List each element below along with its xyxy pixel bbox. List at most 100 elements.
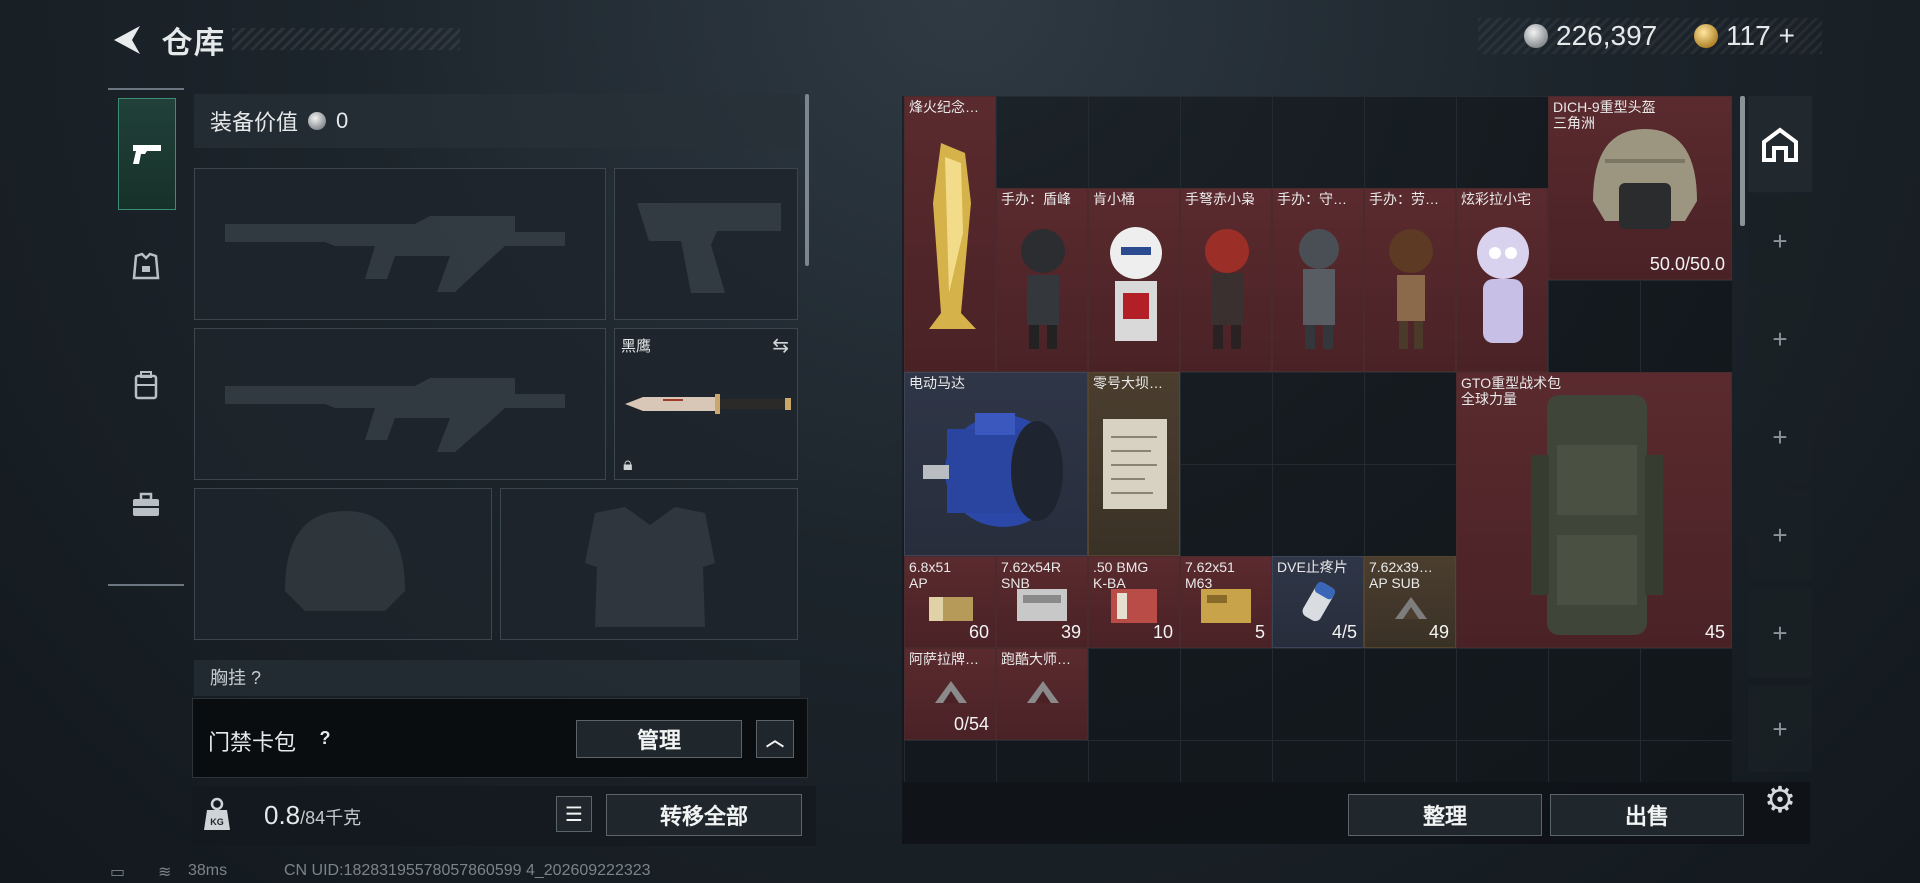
uid-readout: CN UID:18283195578057860599 4_2026092223… bbox=[284, 862, 651, 879]
lock-icon: 🔒︎ bbox=[623, 454, 633, 474]
weight-current: 0.8 bbox=[264, 800, 301, 830]
weight-max: /84千克 bbox=[300, 808, 362, 828]
armor-slot[interactable] bbox=[500, 488, 798, 640]
gold-currency[interactable]: 117 + bbox=[1694, 18, 1795, 54]
stash-tab-add-3[interactable]: + bbox=[1748, 392, 1812, 482]
gold-amount: 117 bbox=[1726, 20, 1771, 51]
chevron-up-icon[interactable]: ︿ bbox=[756, 720, 794, 758]
list-view-icon[interactable]: ☰ bbox=[556, 796, 592, 832]
chest-rig-slot[interactable]: 胸挂 ? bbox=[194, 660, 800, 696]
nav-briefcase[interactable] bbox=[118, 450, 174, 560]
gear-icon[interactable]: ⚙ bbox=[1760, 780, 1800, 820]
sell-button[interactable]: 出售 bbox=[1550, 794, 1744, 836]
figure-icon bbox=[1110, 227, 1162, 341]
gold-coin-icon bbox=[1694, 24, 1718, 48]
helmet-slot[interactable] bbox=[194, 488, 492, 640]
stash-item[interactable]: 手办：劳… bbox=[1364, 188, 1456, 372]
svg-text:KG: KG bbox=[210, 817, 224, 827]
stash-item[interactable]: .50 BMG K-BA 10 bbox=[1088, 556, 1180, 648]
pistol-silhouette-icon bbox=[637, 203, 781, 293]
figure-icon bbox=[1299, 229, 1339, 349]
stash-scrollbar[interactable] bbox=[1740, 96, 1745, 226]
nav-armor[interactable] bbox=[118, 212, 174, 322]
stash-item[interactable]: DVE止疼片 4/5 bbox=[1272, 556, 1364, 648]
card-pack-label: 门禁卡包 bbox=[208, 730, 297, 755]
stash-item[interactable]: 6.8x51 AP 60 bbox=[904, 556, 996, 648]
stash-item[interactable]: 电动马达 bbox=[904, 372, 1088, 556]
equipment-value-label: 装备价值 bbox=[210, 110, 299, 135]
page-title: 仓库 bbox=[162, 27, 226, 60]
ping-readout: 38ms bbox=[188, 862, 228, 879]
stash-item[interactable]: 阿萨拉牌… 0/54 bbox=[904, 648, 996, 740]
primary-weapon-slot[interactable] bbox=[194, 168, 606, 320]
briefcase-icon bbox=[133, 492, 159, 516]
pistol-slot[interactable] bbox=[614, 168, 798, 320]
stash-tab-add-5[interactable]: + bbox=[1748, 588, 1812, 678]
manage-button[interactable]: 管理 bbox=[576, 720, 742, 758]
helmet-icon bbox=[1593, 129, 1697, 229]
stash-item[interactable]: 手弩赤小枭 bbox=[1180, 188, 1272, 372]
back-arrow-icon bbox=[114, 26, 140, 54]
tactical-backpack-icon bbox=[1531, 395, 1663, 635]
ammo-box-icon bbox=[1201, 589, 1251, 623]
figure-icon bbox=[1389, 229, 1433, 349]
melee-slot[interactable]: 黑鹰 ⇆ 🔒︎ bbox=[614, 328, 798, 480]
stash-tab-add-2[interactable]: + bbox=[1748, 294, 1812, 384]
backpack-icon bbox=[134, 371, 158, 400]
triangle-logo-icon bbox=[935, 681, 967, 703]
weight-readout: 0.8/84千克 bbox=[264, 800, 361, 831]
stash-tab-add-4[interactable]: + bbox=[1748, 490, 1812, 580]
loadout-scrollbar[interactable] bbox=[805, 94, 809, 266]
help-icon[interactable]: ? bbox=[314, 727, 336, 749]
silver-currency[interactable]: 226,397 bbox=[1524, 18, 1657, 54]
silver-coin-icon bbox=[1524, 24, 1548, 48]
triangle-logo-icon bbox=[1027, 681, 1059, 703]
wifi-icon: ≋ bbox=[158, 864, 172, 881]
rifle-silhouette-icon bbox=[225, 216, 565, 292]
figure-icon bbox=[1021, 229, 1065, 349]
electric-motor-icon bbox=[923, 413, 1063, 527]
helmet-silhouette-icon bbox=[285, 511, 405, 611]
secondary-weapon-slot[interactable] bbox=[194, 328, 606, 480]
stash-item[interactable]: 7.62x39… AP SUB 49 bbox=[1364, 556, 1456, 648]
stash-item[interactable]: 7.62x54R SNB 39 bbox=[996, 556, 1088, 648]
silver-coin-icon bbox=[308, 112, 327, 130]
trophy-icon bbox=[929, 143, 976, 329]
ammo-box-icon bbox=[929, 597, 973, 621]
stash-item[interactable]: 炫彩拉小宅 bbox=[1456, 188, 1548, 372]
transfer-all-button[interactable]: 转移全部 bbox=[606, 794, 802, 836]
stash-item[interactable]: 零号大坝… bbox=[1088, 372, 1180, 556]
stash-tab-add-6[interactable]: + bbox=[1748, 686, 1812, 772]
weight-icon: KG bbox=[202, 796, 232, 832]
painkiller-icon bbox=[1302, 581, 1336, 622]
stash-item[interactable]: GTO重型战术包 全球力量 45 bbox=[1456, 372, 1732, 648]
stash-item[interactable]: 7.62x51 M63 5 bbox=[1180, 556, 1272, 648]
rifle-silhouette-icon bbox=[225, 378, 565, 452]
stash-item[interactable]: 手办：守… bbox=[1272, 188, 1364, 372]
silver-amount: 226,397 bbox=[1556, 20, 1658, 51]
armor-icon bbox=[132, 252, 160, 280]
stash-item[interactable]: DICH-9重型头盔 三角洲 50.0/50.0 bbox=[1548, 96, 1732, 280]
swap-icon[interactable]: ⇆ bbox=[772, 333, 789, 358]
vest-silhouette-icon bbox=[585, 507, 715, 627]
knife-icon bbox=[625, 394, 791, 414]
nav-backpack[interactable] bbox=[118, 330, 174, 440]
nav-weapons[interactable] bbox=[118, 98, 176, 210]
equipment-value: 装备价值 0 bbox=[194, 94, 800, 148]
stash-item[interactable]: 手办：盾峰 bbox=[996, 188, 1088, 372]
stash-item[interactable]: 跑酷大师… bbox=[996, 648, 1088, 740]
figure-icon bbox=[1205, 229, 1249, 349]
document-icon bbox=[1103, 419, 1167, 509]
title-decoration bbox=[232, 28, 460, 50]
pistol-icon bbox=[133, 145, 161, 164]
stash-tab-home[interactable] bbox=[1748, 96, 1812, 192]
stash-tab-add-1[interactable]: + bbox=[1748, 196, 1812, 286]
equipment-value-amount: 0 bbox=[336, 108, 349, 133]
sort-button[interactable]: 整理 bbox=[1348, 794, 1542, 836]
loadout-nav bbox=[108, 88, 184, 586]
stash-item[interactable]: 烽火纪念… bbox=[904, 96, 996, 372]
stash-item[interactable]: 肯小桶 bbox=[1088, 188, 1180, 372]
gold-add[interactable]: + bbox=[1779, 20, 1795, 52]
ammo-box-icon bbox=[1111, 589, 1157, 623]
back-button[interactable] bbox=[110, 20, 144, 60]
